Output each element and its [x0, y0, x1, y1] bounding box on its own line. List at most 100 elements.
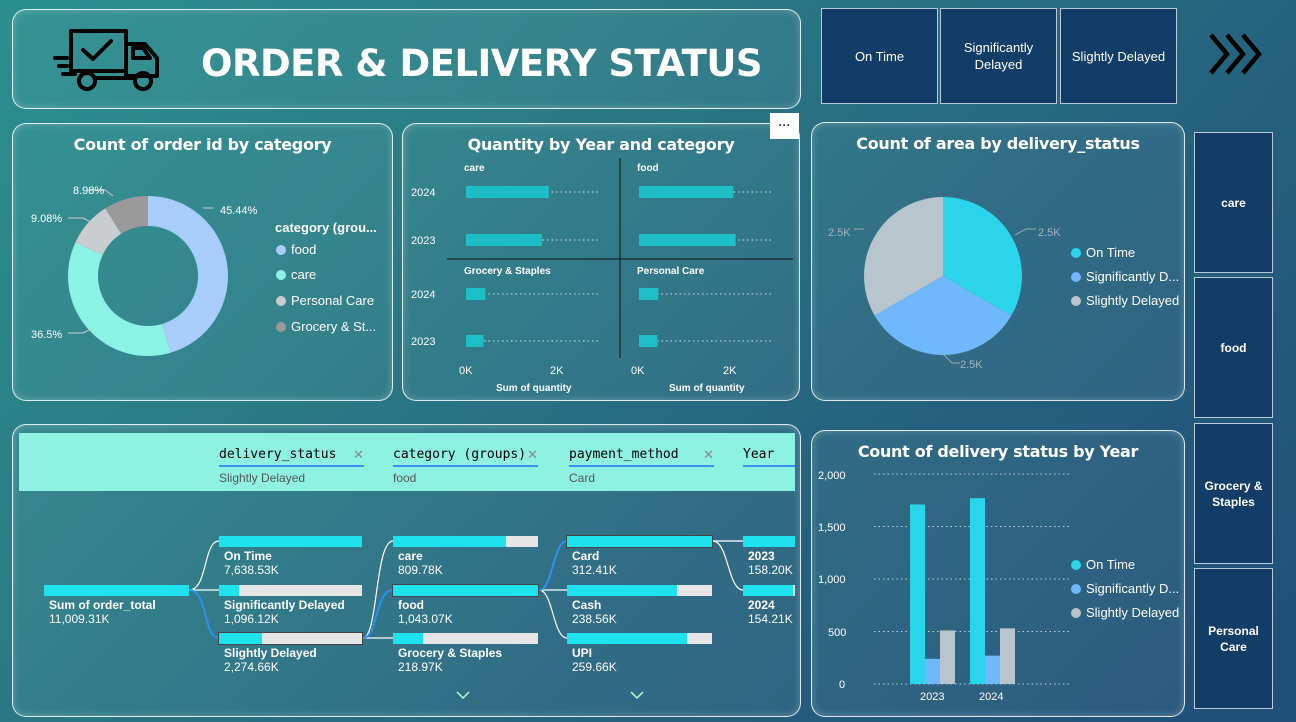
bar-significantly-delayed-2023[interactable] — [925, 658, 940, 684]
bar-on-time-2023[interactable] — [910, 504, 925, 684]
bar-significantly-delayed-2024[interactable] — [985, 655, 1000, 684]
qty-bar-personal-care-2024[interactable] — [639, 288, 659, 300]
decomp-payment-card-bar[interactable] — [566, 535, 713, 548]
decomp-node-value: 259.66K — [572, 660, 617, 674]
qty-bar-grocery-staples-2024[interactable] — [466, 288, 486, 300]
decomp-node-value: 154.21K — [748, 612, 793, 626]
decomp-year-2023-bar[interactable] — [743, 536, 795, 547]
decomp-node-label: Cash — [572, 598, 602, 612]
qty-year-label: 2024 — [411, 187, 435, 199]
filter-slightly-delayed-button[interactable]: Slightly Delayed — [1060, 8, 1177, 104]
filter-personal-care-button[interactable]: Personal Care — [1194, 568, 1273, 709]
donut-label-personal: 9.08% — [31, 213, 62, 225]
qty-bar-care-2023[interactable] — [466, 234, 542, 246]
delivery-truck-icon — [53, 29, 159, 91]
legend-dot — [276, 269, 286, 280]
donut-leader-personal — [68, 217, 92, 223]
decomp-status-on-time-bar[interactable] — [219, 536, 362, 547]
donut-leader-care — [68, 328, 92, 334]
decomp-category-grocery-bar[interactable] — [393, 633, 538, 644]
qty-panel-personal: Personal Care — [637, 266, 705, 277]
decomp-node-value: 238.56K — [572, 612, 617, 626]
header-panel: ORDER & DELIVERY STATUS — [12, 9, 801, 109]
qty-bar-food-2023[interactable] — [639, 234, 736, 246]
decomp-node-value: 312.41K — [572, 563, 617, 577]
decomp-node-label: Grocery & Staples — [398, 646, 503, 660]
legend-dot — [1071, 295, 1081, 306]
filter-significantly-delayed-button[interactable]: Significantly Delayed — [940, 8, 1057, 104]
donut-chart-panel: Count of order id by category 45.44% 36.… — [12, 123, 393, 401]
donut-legend-grocery[interactable]: Grocery & St... — [276, 319, 376, 334]
qty-bar-personal-care-2023[interactable] — [639, 335, 658, 347]
pie-legend-slight-delayed[interactable]: Slightly Delayed — [1071, 293, 1179, 308]
legend-label: Significantly D... — [1086, 269, 1180, 284]
chevron-down-icon[interactable] — [629, 690, 645, 700]
decomp-status-slight-bar[interactable] — [218, 632, 363, 645]
decomp-node-label: UPI — [572, 646, 593, 660]
bar-on-time-2024[interactable] — [970, 498, 985, 684]
bar-chart-panel: Count of delivery status by Year 2,000 1… — [811, 430, 1185, 717]
qty-tick: 0K — [631, 365, 645, 377]
donut-legend-food[interactable]: food — [276, 242, 316, 257]
more-options-button[interactable]: ··· — [770, 113, 799, 139]
bar-legend-slight-delayed[interactable]: Slightly Delayed — [1071, 605, 1179, 620]
bar-slightly-delayed-2024[interactable] — [1000, 628, 1015, 684]
chevrons-right-icon[interactable] — [1205, 30, 1265, 80]
decomposition-tree-panel: delivery_status category (groups) paymen… — [12, 424, 801, 717]
donut-label-food: 45.44% — [220, 205, 258, 217]
qty-year-label: 2023 — [411, 235, 435, 247]
qty-bar-food-2024[interactable] — [639, 186, 734, 198]
pie-legend-sig-delayed[interactable]: Significantly D... — [1071, 269, 1179, 284]
decomp-node-label: food — [398, 598, 424, 612]
bar-chart: 2,000 1,500 1,000 500 0 2023 2024 — [818, 470, 1070, 703]
pie-chart-panel: Count of area by delivery_status 2.5K 2.… — [811, 122, 1185, 401]
donut-slice-care[interactable] — [67, 242, 171, 356]
pie-leader — [1014, 228, 1036, 236]
qty-bar-grocery-staples-2023[interactable] — [466, 335, 484, 347]
legend-label: Significantly D... — [1086, 581, 1180, 596]
bar-legend-on-time[interactable]: On Time — [1071, 557, 1135, 572]
donut-label-grocery: 8.98% — [73, 185, 104, 197]
donut-legend-personal-care[interactable]: Personal Care — [276, 293, 374, 308]
qty-panel-food: food — [637, 163, 659, 174]
decomp-node-value: 1,096.12K — [224, 612, 279, 626]
decomp-category-food-bar[interactable] — [392, 584, 539, 597]
decomp-node-label: 2023 — [748, 549, 775, 563]
donut-legend-title: category (grou... — [275, 220, 377, 235]
legend-dot — [276, 321, 286, 332]
decomp-status-sig-bar[interactable] — [219, 585, 362, 596]
filter-food-button[interactable]: food — [1194, 277, 1273, 418]
chevron-down-icon[interactable] — [455, 690, 471, 700]
filter-care-button[interactable]: care — [1194, 132, 1273, 273]
decomp-root-bar[interactable] — [44, 585, 189, 596]
decomp-node-value: 158.20K — [748, 563, 793, 577]
legend-label: food — [291, 242, 317, 257]
decomp-year-2024-bar[interactable] — [743, 585, 795, 596]
bar-xtick: 2023 — [920, 691, 944, 703]
legend-dot — [1071, 583, 1081, 594]
decomp-payment-cash-bar[interactable] — [567, 585, 712, 596]
legend-label: On Time — [1086, 245, 1136, 260]
decomp-node-value: 809.78K — [398, 563, 443, 577]
bar-xtick: 2024 — [979, 691, 1003, 703]
decomp-root-label: Sum of order_total — [49, 598, 156, 612]
qty-xlabel: Sum of quantity — [669, 383, 745, 394]
decomp-node-label: care — [398, 549, 423, 563]
decomp-node-value: 218.97K — [398, 660, 443, 674]
filter-on-time-button[interactable]: On Time — [821, 8, 938, 104]
bar-legend-sig-delayed[interactable]: Significantly D... — [1071, 581, 1179, 596]
donut-legend-care[interactable]: care — [276, 267, 316, 282]
decomp-payment-upi-bar[interactable] — [567, 633, 712, 644]
qty-year-label: 2024 — [411, 289, 435, 301]
decomp-node-label: 2024 — [748, 598, 775, 612]
pie-label-sig: 2.5K — [960, 359, 983, 371]
bar-ytick: 1,500 — [818, 522, 846, 534]
quantity-chart: care food Grocery & Staples Personal Car… — [411, 158, 793, 394]
bar-ytick: 1,000 — [818, 574, 846, 586]
pie-chart: 2.5K 2.5K 2.5K — [828, 197, 1061, 371]
decomp-category-care-bar[interactable] — [393, 536, 538, 547]
pie-legend-on-time[interactable]: On Time — [1071, 245, 1135, 260]
bar-slightly-delayed-2023[interactable] — [940, 630, 955, 684]
qty-bar-care-2024[interactable] — [466, 186, 549, 198]
filter-grocery-staples-button[interactable]: Grocery & Staples — [1194, 423, 1273, 564]
